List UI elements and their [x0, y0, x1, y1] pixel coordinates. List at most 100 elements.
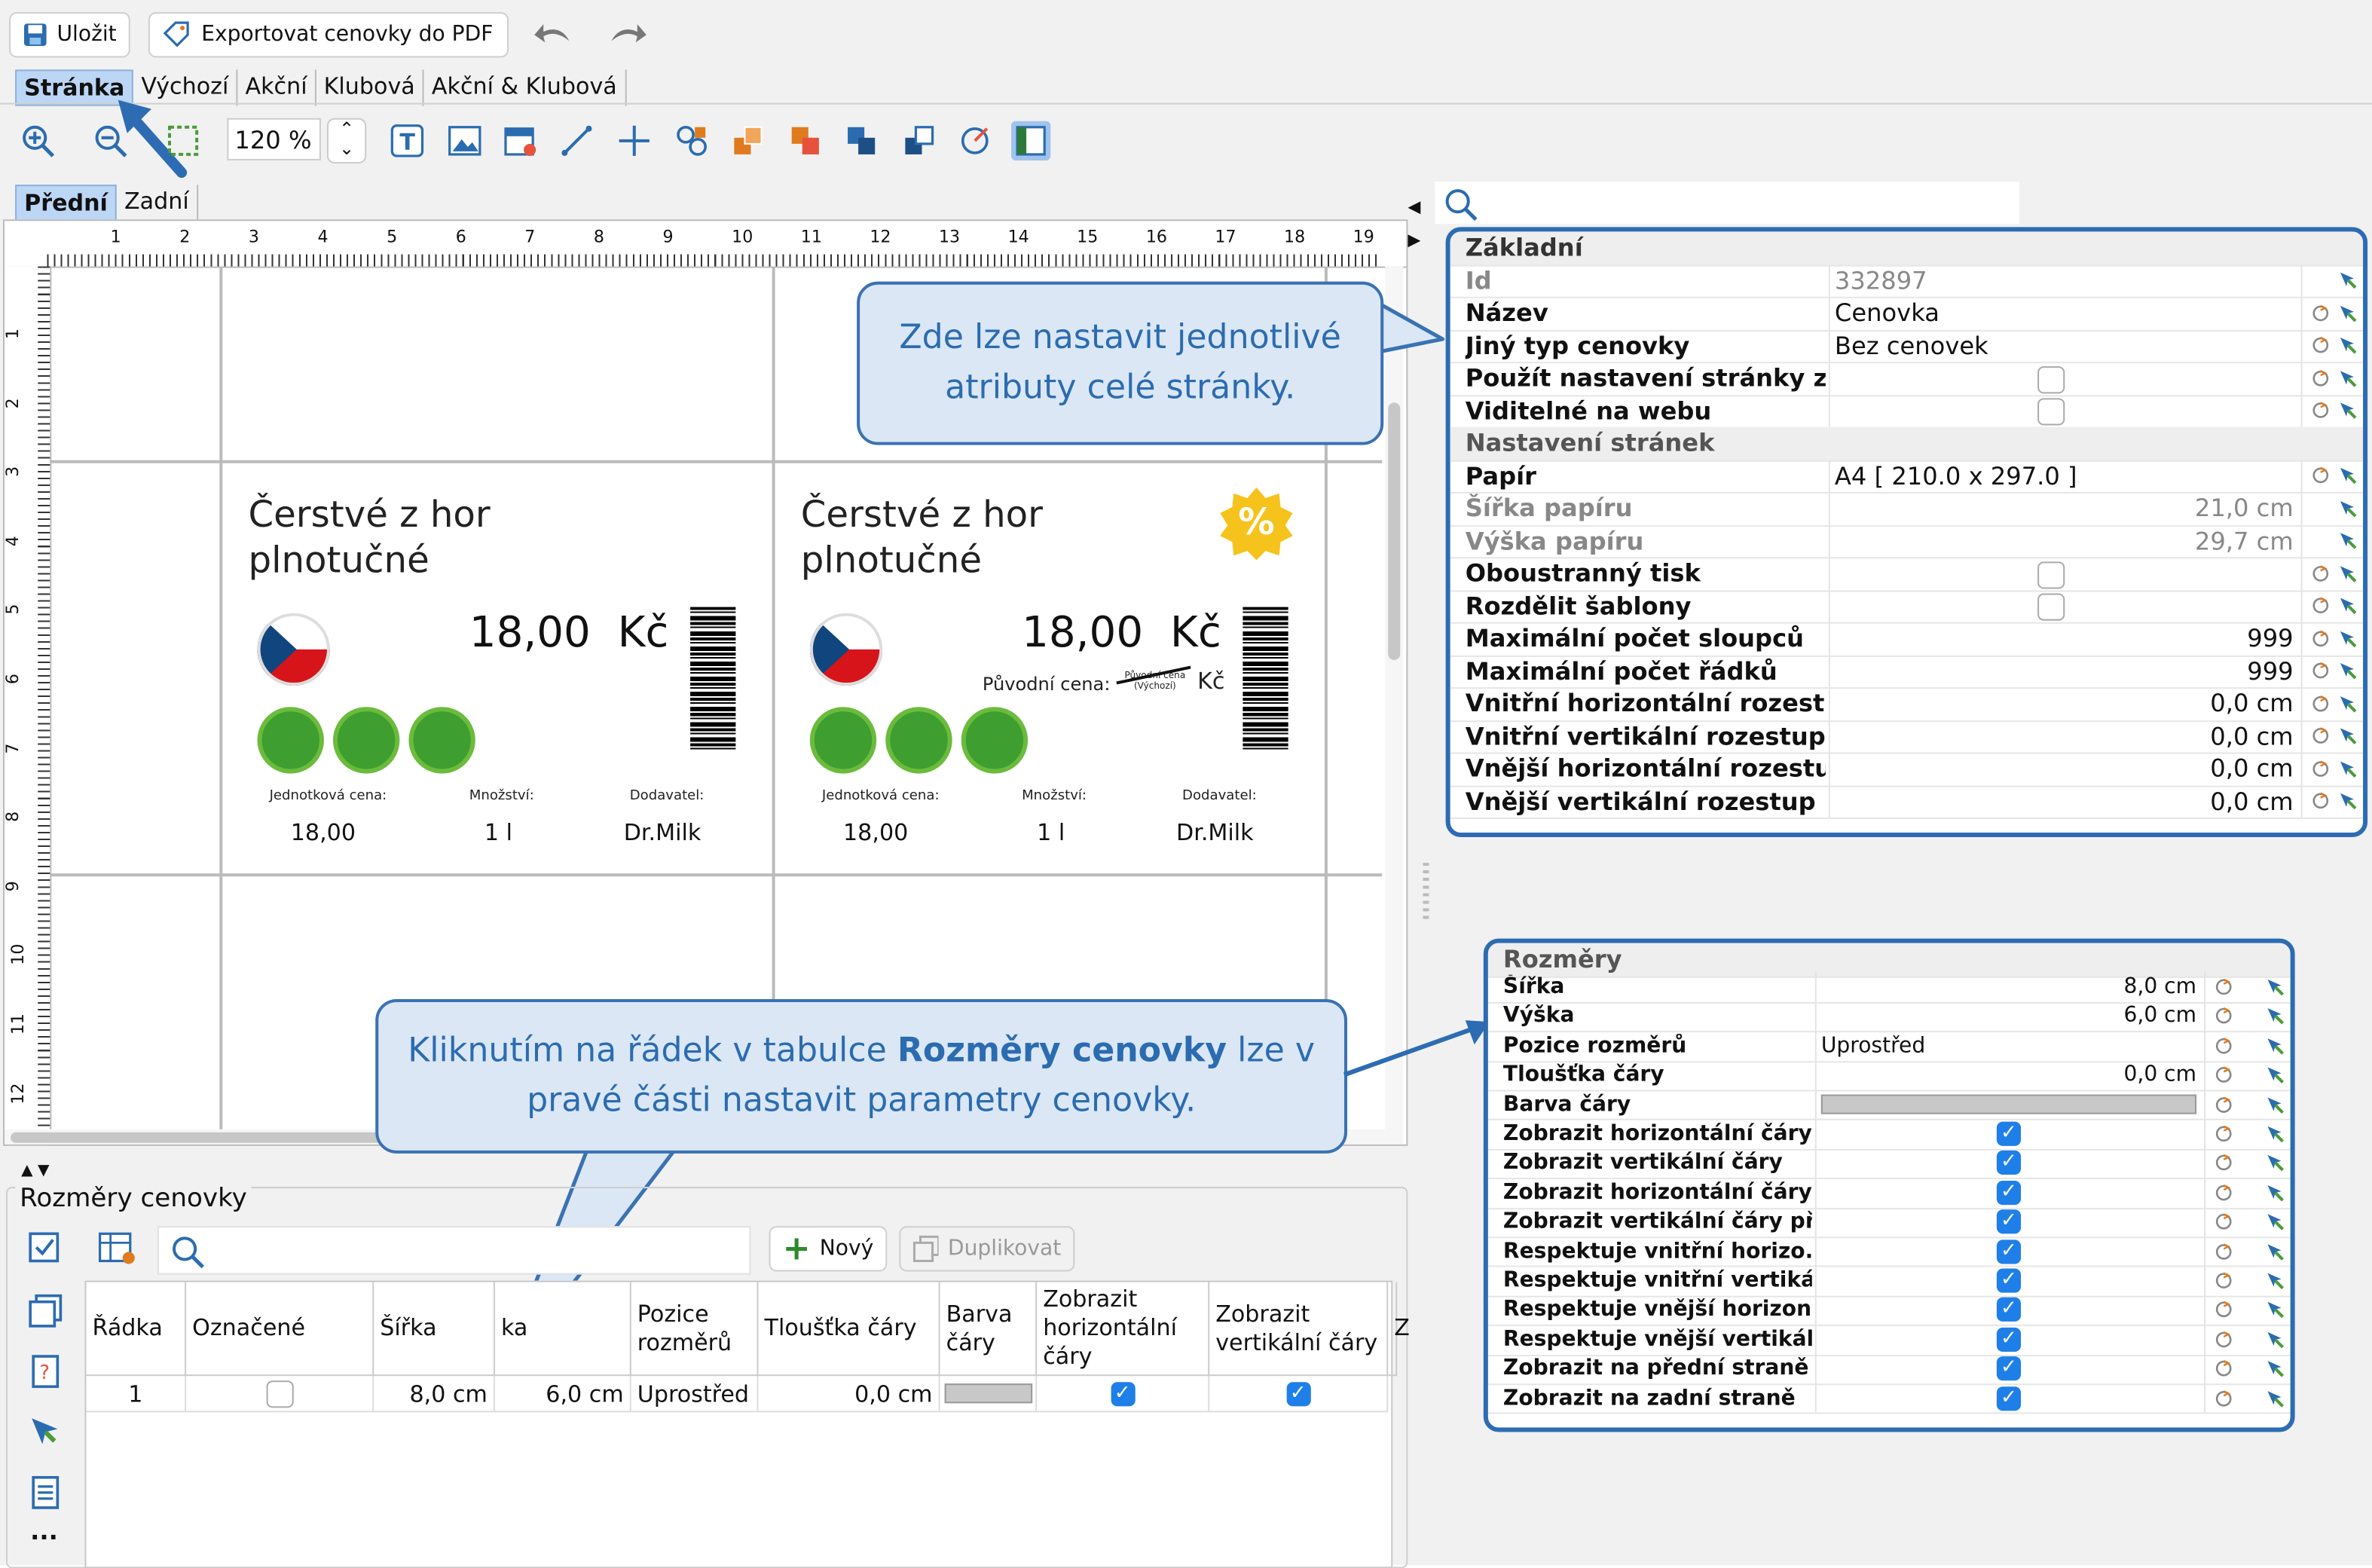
- duplicate-button[interactable]: Duplikovat: [899, 1226, 1075, 1272]
- reset-icon[interactable]: [2215, 1301, 2233, 1319]
- inherit-icon[interactable]: [2266, 1184, 2284, 1202]
- group-tool-icon[interactable]: [672, 121, 711, 160]
- undo-icon[interactable]: [533, 18, 575, 48]
- help-doc-icon[interactable]: ?: [27, 1353, 63, 1389]
- inherit-icon[interactable]: [2266, 1272, 2284, 1290]
- reset-icon[interactable]: [2215, 1389, 2233, 1408]
- column-header[interactable]: Z: [1388, 1282, 1410, 1377]
- cursor-tag-icon[interactable]: [27, 1414, 63, 1450]
- property-row[interactable]: Výška 6,0 cm: [1487, 1001, 2291, 1033]
- property-row[interactable]: Respektuje vnitřní vertiká... ✓: [1487, 1266, 2291, 1297]
- tab-akcni-klubova[interactable]: Akční & Klubová: [424, 69, 626, 106]
- property-checkbox[interactable]: [2037, 398, 2065, 426]
- reset-icon[interactable]: [2215, 1360, 2233, 1378]
- reset-icon[interactable]: [2312, 792, 2330, 810]
- property-row[interactable]: Respektuje vnější vertikál... ✓: [1487, 1325, 2291, 1356]
- reset-icon[interactable]: [2312, 304, 2330, 322]
- reset-icon[interactable]: [2215, 1184, 2233, 1202]
- property-row[interactable]: Zobrazit horizontální čáry... ✓: [1487, 1178, 2291, 1209]
- column-header[interactable]: Zobrazit vertikální čáry: [1209, 1282, 1389, 1377]
- property-row[interactable]: Použít nastavení stránky z ...: [1450, 362, 2364, 396]
- inherit-icon[interactable]: [2266, 1301, 2284, 1319]
- reset-icon[interactable]: [2215, 1037, 2233, 1055]
- line-tool-icon[interactable]: [557, 121, 596, 160]
- width-cell[interactable]: 8,0 cm: [374, 1376, 495, 1413]
- grid-toggle-icon[interactable]: [1011, 121, 1051, 160]
- reset-icon[interactable]: [2215, 1154, 2233, 1172]
- property-row[interactable]: Výška papíru 29,7 cm: [1450, 524, 2364, 559]
- column-header[interactable]: Řádka: [86, 1282, 187, 1377]
- property-checkbox[interactable]: [2037, 594, 2065, 622]
- zoom-stepper[interactable]: ⌃ ⌄: [326, 118, 367, 164]
- inherit-icon[interactable]: [2266, 1037, 2284, 1055]
- inherit-icon[interactable]: [2266, 1066, 2284, 1084]
- property-row[interactable]: Jiný typ cenovky Bez cenovek: [1450, 329, 2364, 364]
- more-icon[interactable]: ···: [30, 1523, 58, 1551]
- layer-up-icon[interactable]: [842, 121, 881, 160]
- vertical-lines-checkbox[interactable]: ✓: [1285, 1381, 1310, 1406]
- property-row[interactable]: Název Cenovka: [1450, 296, 2364, 331]
- color-cell[interactable]: [940, 1376, 1038, 1413]
- property-checkbox[interactable]: ✓: [1996, 1180, 2022, 1205]
- zoom-fit-icon[interactable]: [164, 121, 203, 160]
- reset-icon[interactable]: [2312, 337, 2330, 355]
- property-value[interactable]: 8,0 cm: [2124, 975, 2197, 999]
- property-row[interactable]: Id 332897: [1450, 264, 2364, 298]
- tab-zadni[interactable]: Zadní: [117, 185, 198, 222]
- inherit-icon[interactable]: [2266, 1360, 2284, 1378]
- property-checkbox[interactable]: ✓: [1996, 1121, 2022, 1146]
- vertical-lines-cell[interactable]: ✓: [1209, 1376, 1389, 1413]
- property-value[interactable]: 0,0 cm: [2210, 689, 2293, 718]
- zoom-in-icon[interactable]: [18, 121, 57, 160]
- reset-icon[interactable]: [2215, 1007, 2233, 1025]
- save-button[interactable]: Uložit: [9, 12, 130, 58]
- row-checkbox[interactable]: [265, 1380, 293, 1408]
- reset-icon[interactable]: [2215, 1242, 2233, 1261]
- reset-icon[interactable]: [2312, 662, 2330, 680]
- property-value[interactable]: Uprostřed: [1821, 1034, 1925, 1058]
- rotate-tool-icon[interactable]: [955, 121, 995, 160]
- line-color-swatch[interactable]: [1820, 1094, 2197, 1115]
- property-value[interactable]: 0,0 cm: [2210, 787, 2293, 815]
- reset-icon[interactable]: [2312, 564, 2330, 582]
- inherit-icon[interactable]: [2339, 727, 2357, 745]
- property-checkbox[interactable]: [2037, 561, 2065, 588]
- inherit-icon[interactable]: [2339, 695, 2357, 713]
- scroll-thumb[interactable]: [1388, 402, 1401, 660]
- property-value[interactable]: 332897: [1835, 266, 1927, 295]
- property-value[interactable]: 21,0 cm: [2195, 494, 2294, 522]
- inherit-icon[interactable]: [2339, 402, 2357, 420]
- column-header[interactable]: Tloušťka čáry: [758, 1282, 940, 1377]
- property-value[interactable]: Bez cenovek: [1835, 331, 1988, 359]
- inherit-icon[interactable]: [2266, 1007, 2284, 1025]
- column-header[interactable]: Pozice rozměrů: [631, 1282, 759, 1377]
- reset-icon[interactable]: [2312, 629, 2330, 647]
- property-row[interactable]: Barva čáry: [1487, 1090, 2291, 1121]
- horizontal-lines-checkbox[interactable]: ✓: [1110, 1381, 1135, 1406]
- inherit-icon[interactable]: [2339, 532, 2357, 550]
- property-section-header[interactable]: Základní: [1450, 231, 2364, 266]
- property-value[interactable]: 29,7 cm: [2195, 527, 2294, 555]
- panel-splitter[interactable]: [1423, 863, 1429, 924]
- inherit-icon[interactable]: [2339, 662, 2357, 680]
- send-back-icon[interactable]: [786, 121, 825, 160]
- reset-icon[interactable]: [2215, 1096, 2233, 1114]
- property-value[interactable]: 6,0 cm: [2124, 1004, 2197, 1029]
- inherit-icon[interactable]: [2266, 1096, 2284, 1114]
- property-row[interactable]: Vnitřní vertikální rozestup 0,0 cm: [1450, 720, 2364, 754]
- property-checkbox[interactable]: ✓: [1996, 1151, 2022, 1175]
- property-row[interactable]: Tloušťka čáry 0,0 cm: [1487, 1060, 2291, 1092]
- redo-icon[interactable]: [606, 18, 648, 48]
- select-all-icon[interactable]: [27, 1229, 63, 1265]
- inherit-icon[interactable]: [2266, 1389, 2284, 1408]
- image-tool-icon[interactable]: [445, 121, 484, 160]
- property-checkbox[interactable]: ✓: [1996, 1327, 2022, 1352]
- property-search-input[interactable]: [1435, 182, 2020, 225]
- reset-icon[interactable]: [2215, 1125, 2233, 1143]
- reset-icon[interactable]: [2215, 1331, 2233, 1349]
- property-row[interactable]: Respektuje vnitřní horizo... ✓: [1487, 1236, 2291, 1268]
- property-checkbox[interactable]: ✓: [1996, 1386, 2022, 1411]
- layer-down-icon[interactable]: [899, 121, 938, 160]
- row-number[interactable]: 1: [86, 1376, 187, 1413]
- bring-front-icon[interactable]: [728, 121, 767, 160]
